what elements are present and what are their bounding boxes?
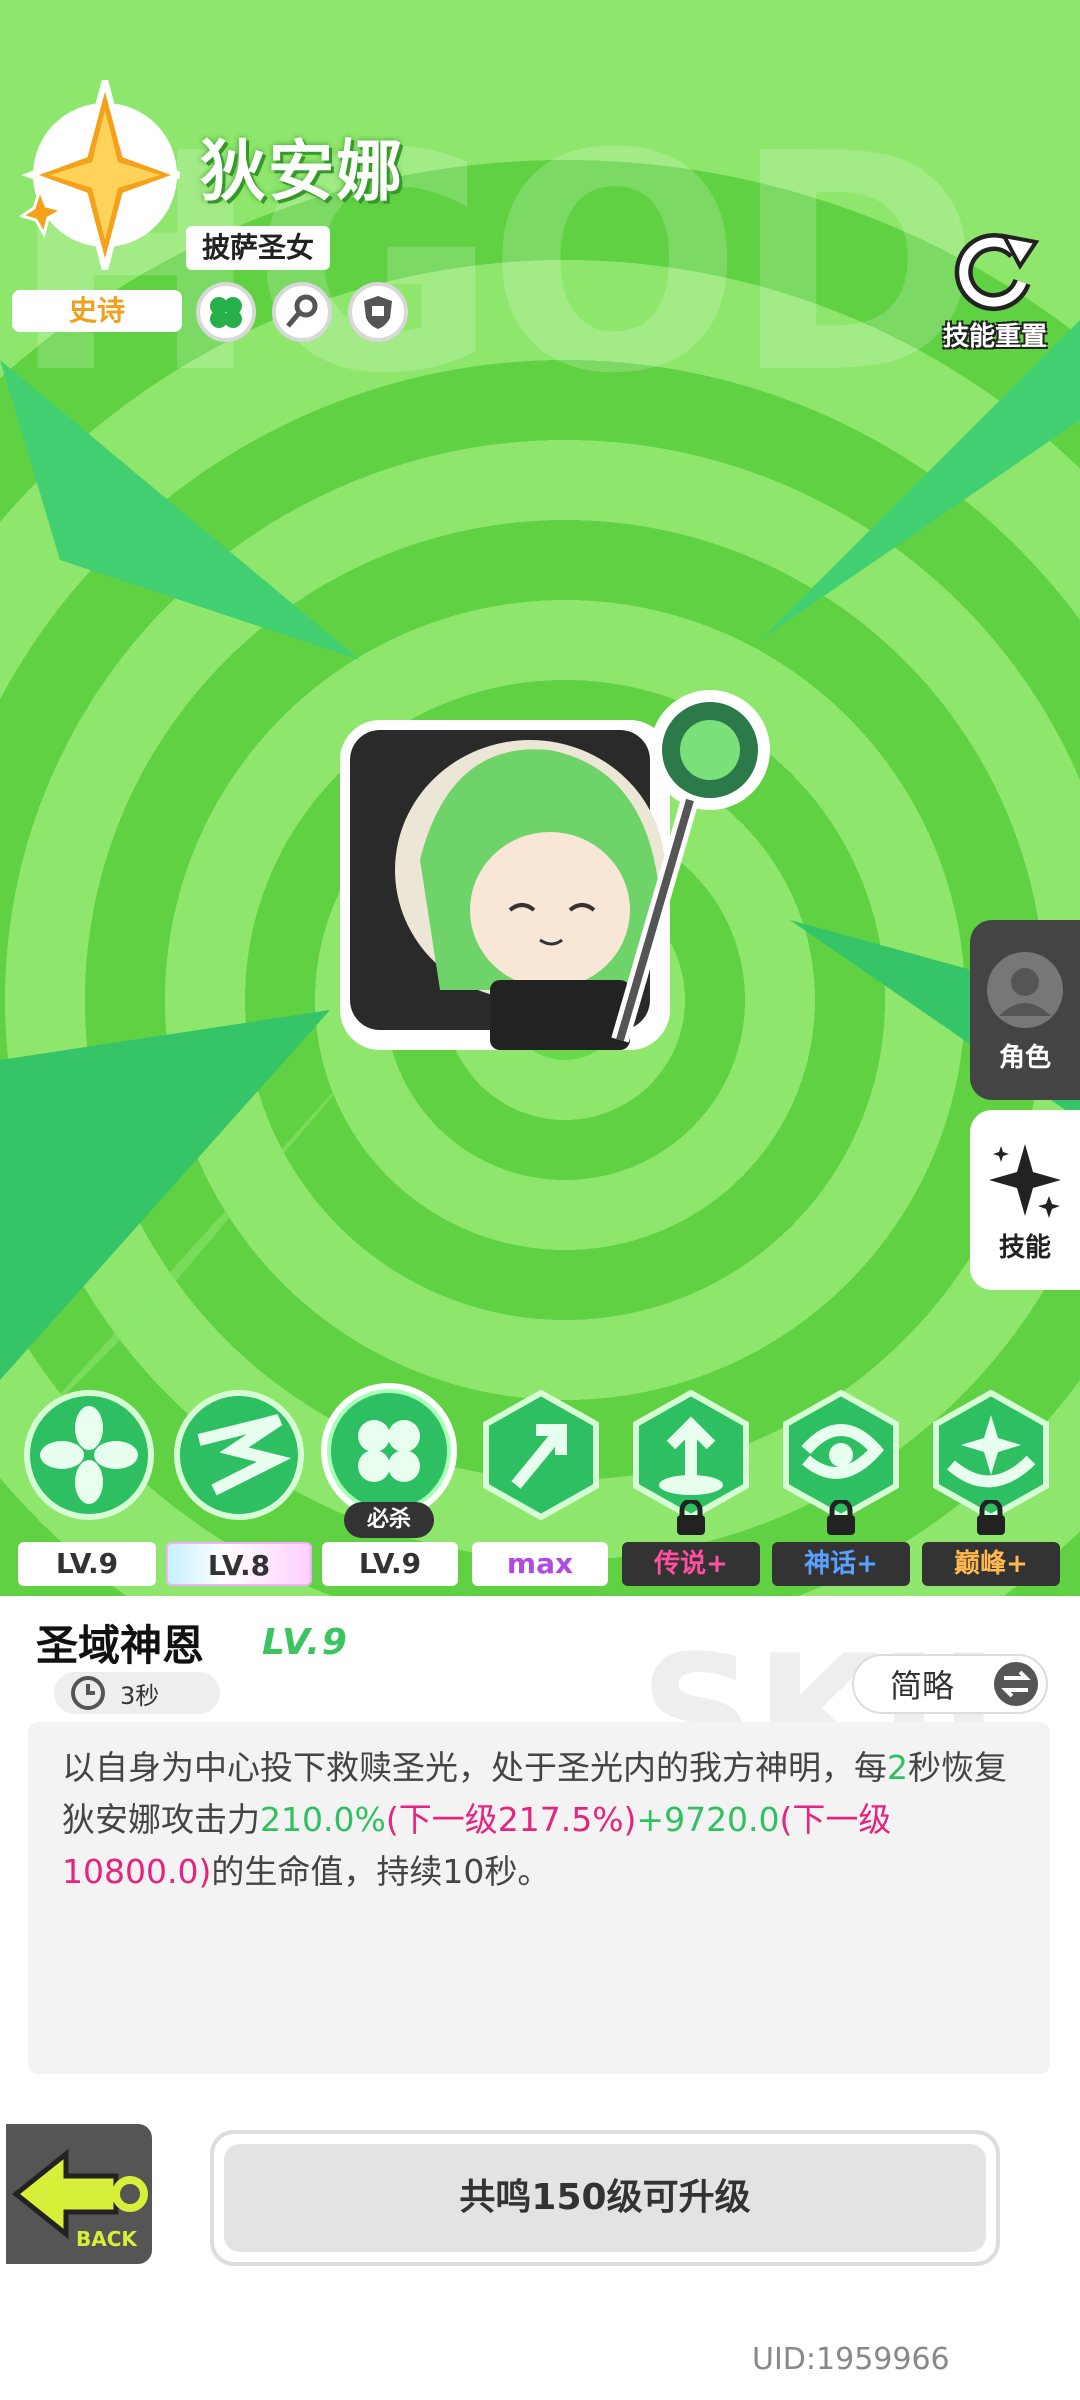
rarity-badge: 史诗 — [12, 290, 182, 332]
lock-icon — [977, 1500, 1005, 1535]
clover-icon[interactable] — [196, 282, 256, 342]
skill-slot-3-selected[interactable] — [318, 1380, 460, 1522]
sparkle-icon — [989, 1144, 1061, 1218]
flower-skill-icon — [24, 1390, 154, 1520]
skill-reset-label: 技能重置 — [942, 322, 1047, 352]
skill-reset-button[interactable]: 技能重置 — [920, 232, 1070, 352]
skill-level-3: LV.9 — [322, 1542, 458, 1586]
lock-icon — [827, 1500, 855, 1535]
toggle-label: 简略 — [890, 1667, 955, 1705]
description-toggle-button[interactable]: 简略 — [852, 1654, 1048, 1714]
shield-icon[interactable] — [348, 282, 408, 342]
skill-level-7-locked: 巅峰+ — [922, 1542, 1060, 1586]
rarity-emblem-icon — [20, 80, 180, 270]
avatar-icon — [987, 952, 1063, 1028]
character-name: 狄安娜 — [200, 133, 404, 210]
skill-description: 以自身为中心投下救赎圣光，处于圣光内的我方神明，每2秒恢复狄安娜攻击力210.0… — [62, 1748, 1007, 1891]
skill-level-5-locked: 传说+ — [622, 1542, 760, 1586]
upgrade-label: 共鸣150级可升级 — [224, 2144, 986, 2252]
skill-level-4: max — [472, 1542, 608, 1586]
arrow-skill-icon — [483, 1389, 599, 1521]
skill-level-2: LV.8 — [166, 1542, 312, 1586]
clock-icon — [71, 1676, 105, 1710]
user-id: UID:1959966 — [752, 2342, 950, 2377]
upgrade-button[interactable]: 共鸣150级可升级 — [210, 2130, 1000, 2266]
skill-name: 圣域神恩 — [36, 1621, 205, 1670]
ultimate-badge: 必杀 — [344, 1502, 434, 1538]
lock-icon — [677, 1500, 705, 1535]
back-label: BACK — [76, 2227, 138, 2251]
skill-slot-2[interactable] — [174, 1390, 304, 1520]
swap-icon — [994, 1662, 1038, 1706]
tab-skill-label: 技能 — [998, 1233, 1051, 1263]
key-icon[interactable] — [272, 282, 332, 342]
cooldown-text: 3秒 — [120, 1681, 160, 1710]
side-tabs: 角色 技能 — [970, 920, 1080, 1290]
character-title: 披萨圣女 — [186, 226, 331, 270]
skill-level-6-locked: 神话+ — [772, 1542, 910, 1586]
tab-skill[interactable]: 技能 — [970, 1110, 1080, 1290]
back-arrow-icon: BACK — [11, 2148, 148, 2251]
skill-slot-1[interactable] — [24, 1390, 154, 1520]
character-sprite — [340, 690, 770, 1050]
wind-skill-icon — [174, 1390, 304, 1520]
clover-skill-icon — [321, 1383, 457, 1519]
skill-level-1: LV.9 — [18, 1542, 156, 1586]
cooldown-badge: 3秒 — [54, 1672, 220, 1714]
back-button[interactable]: BACK — [0, 2118, 158, 2270]
skill-level: LV.9 — [262, 1622, 349, 1663]
tab-character-label: 角色 — [998, 1043, 1051, 1073]
tab-character[interactable]: 角色 — [970, 920, 1080, 1100]
skill-slot-4[interactable] — [476, 1389, 606, 1521]
refresh-icon — [954, 233, 1040, 312]
